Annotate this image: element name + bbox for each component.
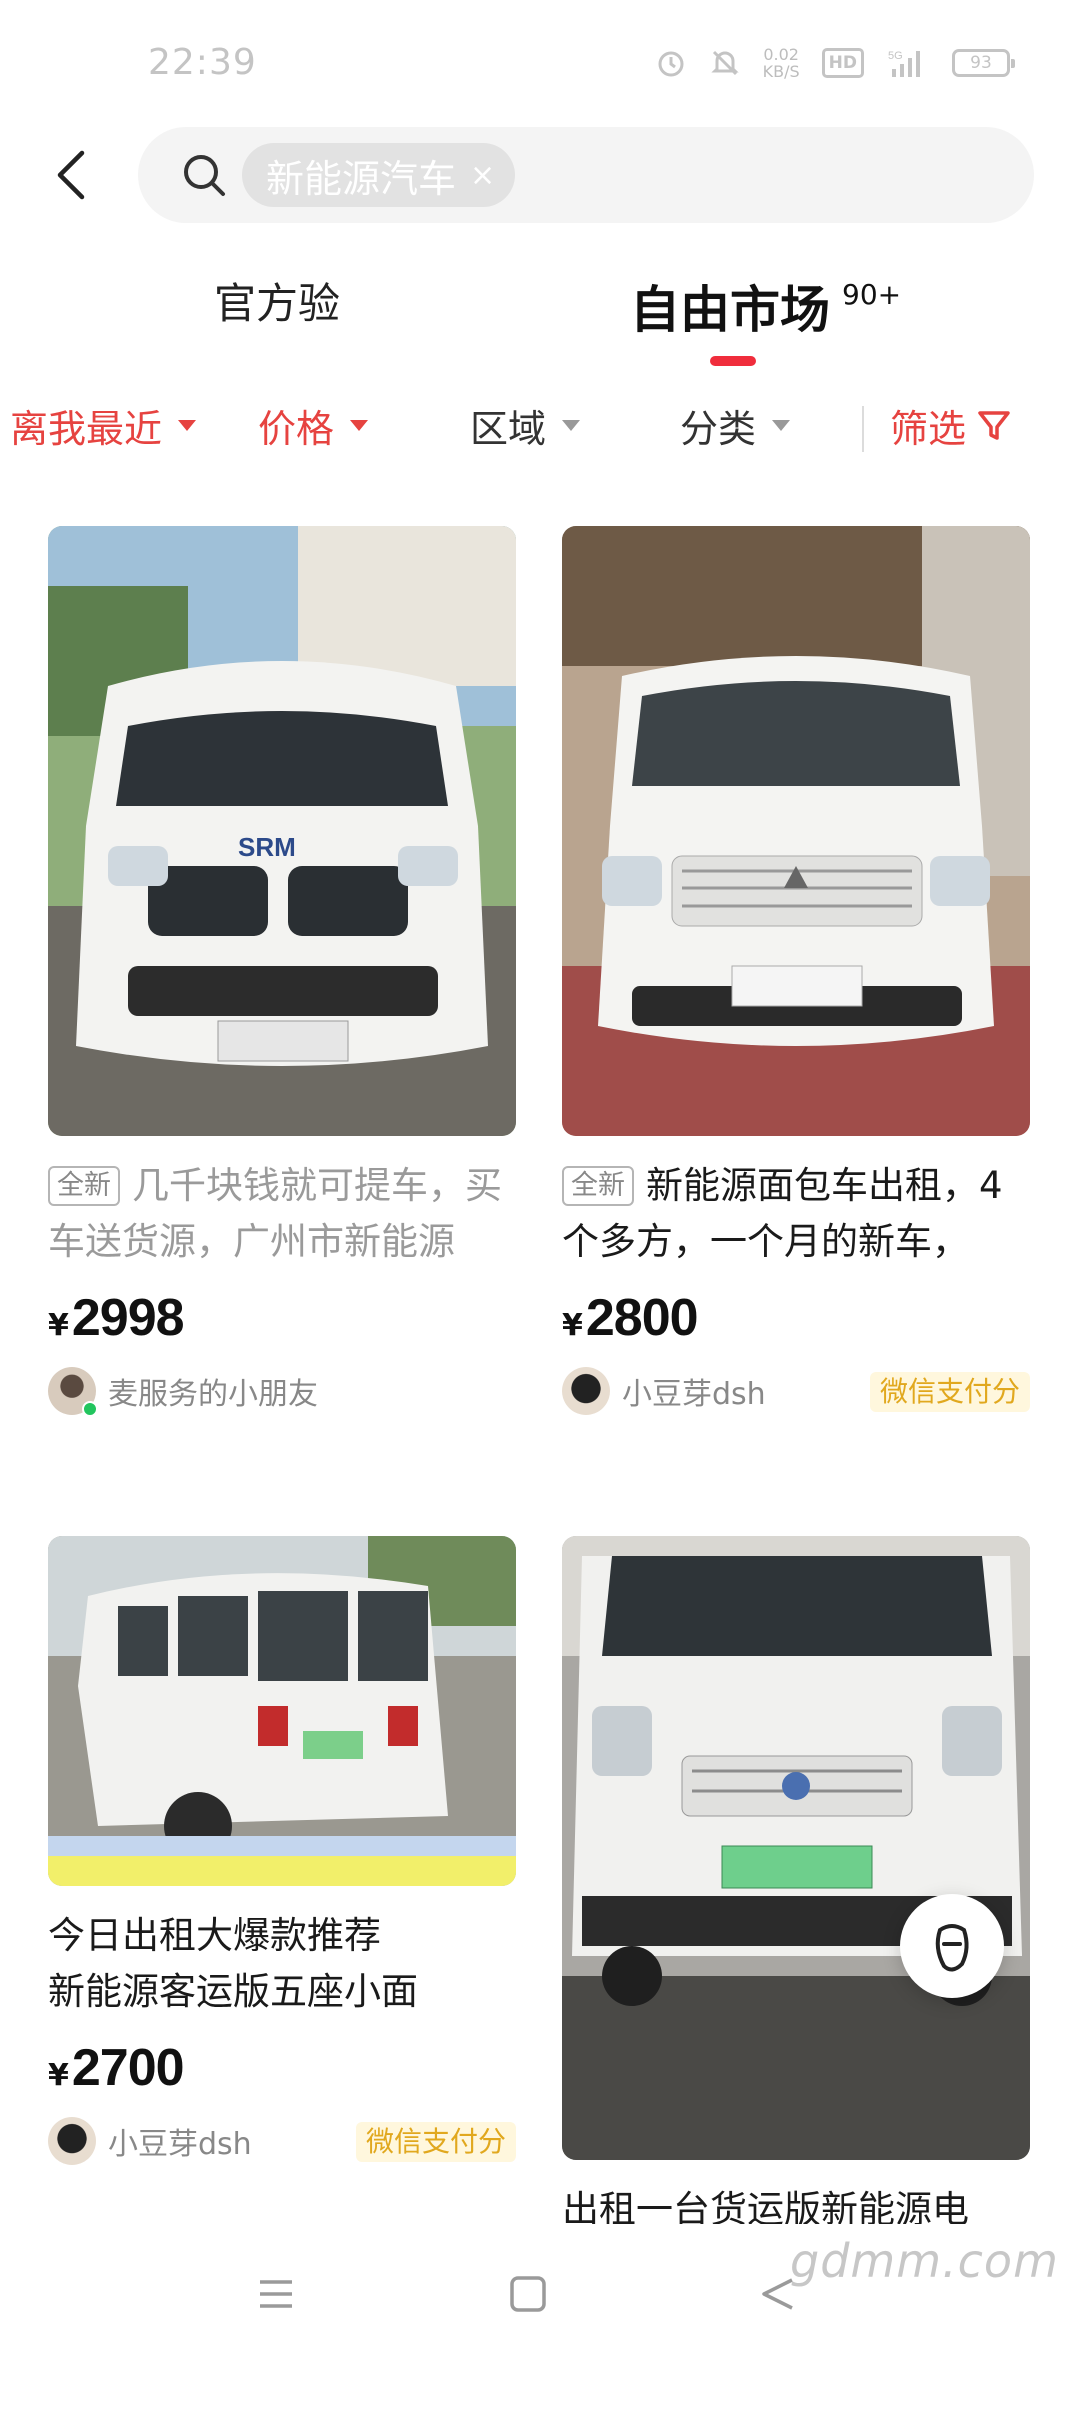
signal-5g-icon: 5G	[888, 50, 920, 77]
filter-nearest[interactable]: 离我最近	[10, 398, 197, 453]
van-photo: SRM	[48, 526, 516, 1136]
seller-name: 小豆芽dsh	[622, 1377, 766, 1412]
avatar	[48, 2117, 96, 2165]
van-photo	[48, 1536, 516, 1886]
mute-bell-icon	[711, 50, 739, 76]
filter-screen[interactable]: 筛选	[890, 398, 1012, 453]
filter-price[interactable]: 价格	[258, 398, 369, 453]
listing-title: 全新 几千块钱就可提车，买车送货源，广州市新能源	[48, 1164, 502, 1263]
listing-title: 全新 新能源面包车出租，4个多方，一个月的新车，	[562, 1164, 1003, 1263]
home-square-icon[interactable]	[508, 2274, 548, 2314]
seller-name: 小豆芽dsh	[108, 2127, 252, 2162]
wechat-pay-score-badge: 微信支付分	[869, 1372, 1030, 1412]
van-photo	[562, 526, 1030, 1136]
hd-badge: HD	[821, 48, 864, 78]
seller-info[interactable]: 小豆芽dsh 微信支付分	[562, 1366, 1030, 1416]
seller-info[interactable]: 麦服务的小朋友	[48, 1366, 516, 1417]
listing-card[interactable]: 今日出租大爆款推荐 新能源客运版五座小面 ¥2700 小豆芽dsh 微信支付分	[48, 1536, 516, 2166]
clear-keyword-button[interactable]: ×	[470, 158, 495, 193]
menu-icon[interactable]	[256, 2274, 296, 2314]
status-bar: 22:39 0.02 KB/S HD 5G 93	[0, 0, 1080, 130]
search-keyword-chip[interactable]: 新能源汽车 ×	[242, 143, 516, 207]
filter-funnel-icon	[978, 410, 1010, 440]
avatar	[48, 1367, 98, 1417]
tab-market-count: 90+	[842, 278, 902, 311]
filter-bar: 离我最近 价格 区域 分类 筛选	[0, 398, 1080, 468]
active-tab-indicator	[710, 356, 756, 366]
caret-down-icon	[350, 420, 369, 431]
alarm-icon	[658, 51, 684, 77]
seller-info[interactable]: 小豆芽dsh 微信支付分	[48, 2116, 516, 2166]
listing-price: ¥2700	[48, 2039, 185, 2097]
back-icon	[57, 150, 85, 200]
back-button[interactable]	[46, 140, 96, 210]
status-icons: 0.02 KB/S HD 5G 93	[655, 45, 1015, 81]
wechat-pay-score-badge: 微信支付分	[355, 2122, 516, 2162]
avatar	[562, 1367, 610, 1415]
svg-text:SRM: SRM	[238, 832, 296, 862]
listing-title: 今日出租大爆款推荐 新能源客运版五座小面	[48, 1914, 418, 2013]
filter-divider	[862, 406, 864, 452]
caret-down-icon	[178, 420, 197, 431]
search-icon	[184, 155, 225, 196]
filter-region[interactable]: 区域	[470, 398, 581, 453]
search-keyword: 新能源汽车	[266, 156, 457, 201]
search-bar[interactable]: 新能源汽车 ×	[138, 127, 1034, 223]
listing-photo[interactable]	[562, 526, 1030, 1136]
svg-text:5G: 5G	[888, 50, 903, 62]
new-tag: 全新	[562, 1166, 634, 1206]
caret-down-icon	[562, 420, 581, 431]
battery-indicator: 93	[952, 49, 1015, 77]
tab-free-market[interactable]: 自由市场 90+	[630, 270, 901, 342]
listing-card[interactable]: SRM 全新 几千块钱就可提车，买车送货源，广州市新能源 ¥2998 麦服务的小朋…	[48, 526, 516, 1417]
tab-official-inspection[interactable]: 官方验	[214, 270, 340, 331]
listing-price: ¥2800	[562, 1289, 699, 1347]
listing-photo[interactable]: SRM	[48, 526, 516, 1136]
listing-photo[interactable]	[562, 1536, 1030, 2160]
filter-category[interactable]: 分类	[680, 398, 791, 453]
listing-card[interactable]: 全新 新能源面包车出租，4个多方，一个月的新车， ¥2800 小豆芽dsh 微信支…	[562, 526, 1030, 1416]
watermark: gdmm.com	[790, 2234, 1059, 2288]
caret-down-icon	[772, 420, 791, 431]
listing-photo[interactable]	[48, 1536, 516, 1886]
footprint-button[interactable]	[900, 1894, 1004, 1998]
van-photo	[562, 1536, 1030, 2160]
online-status-dot	[82, 1401, 98, 1417]
footprint-icon	[935, 1924, 969, 1972]
seller-name: 麦服务的小朋友	[108, 1377, 318, 1412]
new-tag: 全新	[48, 1166, 120, 1206]
listing-price: ¥2998	[48, 1289, 185, 1347]
net-speed: 0.02 KB/S	[762, 45, 800, 81]
status-time: 22:39	[148, 42, 257, 83]
